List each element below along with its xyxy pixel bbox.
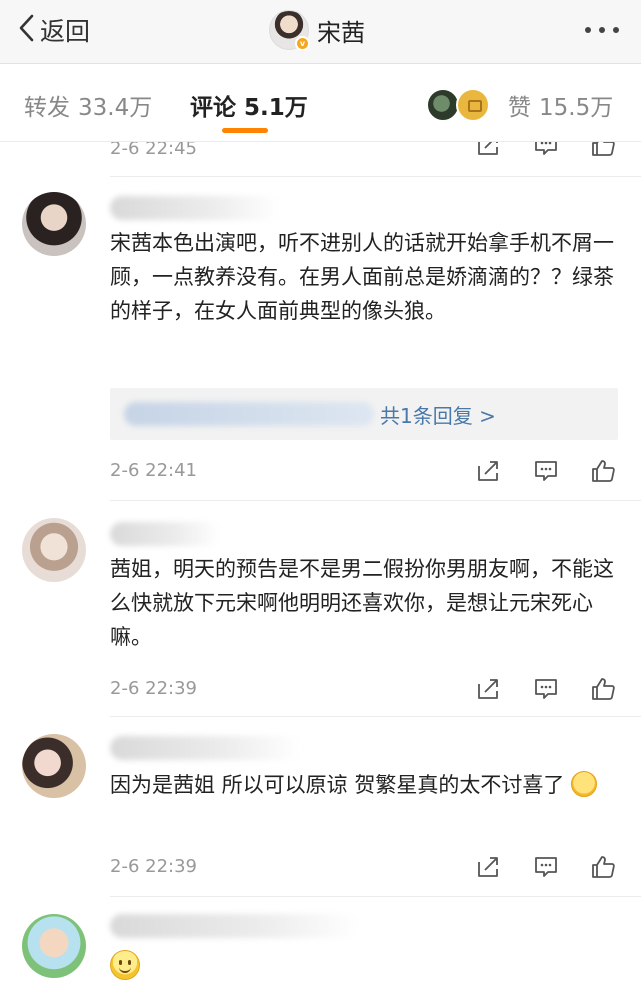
reply-preview-blurred [124,402,374,426]
like-icon[interactable] [590,854,616,880]
commenter-avatar[interactable] [22,192,86,256]
comment-icon[interactable] [533,458,559,484]
tab-comment-label: 评论 [190,95,236,121]
repost-icon[interactable] [475,142,501,158]
comment-icon[interactable] [533,142,559,158]
tab-like-label: 赞 [508,95,531,121]
liker-avatar [456,88,490,122]
liker-avatars[interactable] [426,88,494,122]
comment-time: 2-6 22:45 [110,142,197,159]
tab-like-count: 15.5万 [539,95,614,121]
author-name[interactable]: 宋茜 [317,13,365,48]
like-icon[interactable] [590,142,616,158]
liker-avatar [426,88,460,122]
back-label: 返回 [40,17,91,46]
tab-repost-label: 转发 [24,95,70,121]
like-icon[interactable] [590,676,616,702]
comment-time: 2-6 22:39 [110,678,197,699]
comment-divider [110,500,641,501]
comment-time: 2-6 22:41 [110,460,197,481]
verified-badge-icon: v [295,36,310,51]
comment-icon[interactable] [533,676,559,702]
like-icon[interactable] [590,458,616,484]
comment-divider [110,176,641,177]
view-replies-link[interactable]: 共1条回复 > [380,400,496,429]
thinking-emoji-icon [571,771,598,797]
active-tab-indicator [222,128,268,133]
tab-repost[interactable]: 转发 33.4万 [24,88,152,122]
comment-text: 茜姐，明天的预告是不是男二假扮你男朋友啊，不能这么快就放下元宋啊他明明还喜欢你，… [110,557,614,649]
comment-text: 因为是茜姐 所以可以原谅 贺繁星真的太不讨喜了 [110,773,565,797]
comment-actions [475,142,620,160]
reply-summary[interactable]: 共1条回复 > [110,388,618,440]
comment-divider [110,716,641,717]
commenter-name-blurred [110,522,220,546]
comment-actions [475,676,620,704]
repost-icon[interactable] [475,458,501,484]
comment-actions [475,458,620,486]
comment-text: 宋茜本色出演吧，听不进别人的话就开始拿手机不屑一顾，一点教养没有。在男人面前总是… [110,231,614,323]
commenter-avatar[interactable] [22,518,86,582]
tab-comment-count: 5.1万 [244,95,308,121]
commenter-name-blurred [110,196,280,220]
commenter-name-blurred [110,914,360,938]
repost-icon[interactable] [475,854,501,880]
comment-text-container: 因为是茜姐 所以可以原谅 贺繁星真的太不讨喜了 [110,768,615,802]
comment-list[interactable]: 2-6 22:45 宋茜本色出演吧，听不进别人的话就开始拿手机不屑一顾，一点教养… [0,142,641,1001]
commenter-name-blurred [110,736,300,760]
tab-like[interactable]: 赞 15.5万 [508,88,613,122]
commenter-avatar[interactable] [22,734,86,798]
more-dots-icon[interactable] [585,27,619,33]
smile-emoji-icon [110,950,140,980]
back-button[interactable]: 返回 [18,12,90,48]
repost-icon[interactable] [475,676,501,702]
comment-icon[interactable] [533,854,559,880]
comment-text-container [110,950,615,985]
commenter-avatar[interactable] [22,914,86,978]
comment-time: 2-6 22:39 [110,856,197,877]
tab-bar: 转发 33.4万 评论 5.1万 赞 15.5万 [0,64,641,142]
tab-comment[interactable]: 评论 5.1万 [190,88,308,122]
chevron-left-icon [18,14,34,46]
comment-actions [475,854,620,882]
navigation-bar: 返回 v 宋茜 [0,0,641,64]
author-avatar[interactable]: v [269,10,310,51]
tab-repost-count: 33.4万 [78,95,153,121]
comment-divider [110,896,641,897]
author-header[interactable]: v 宋茜 [269,10,365,51]
